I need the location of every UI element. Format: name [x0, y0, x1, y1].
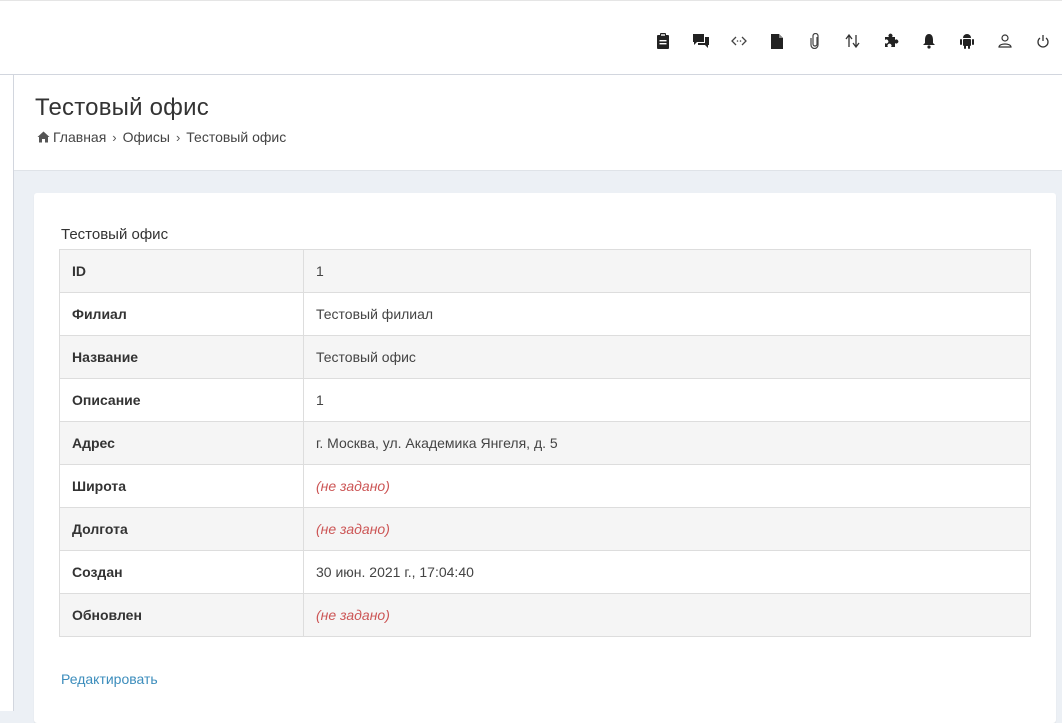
file-icon[interactable] [758, 27, 796, 55]
table-row: Создан 30 июн. 2021 г., 17:04:40 [59, 550, 1031, 594]
sidebar-edge [0, 75, 14, 711]
edit-link[interactable]: Редактировать [61, 671, 158, 687]
code-arrows-icon[interactable] [720, 27, 758, 55]
breadcrumb-home-link[interactable]: Главная [53, 129, 106, 145]
value-text: Тестовый офис [316, 349, 416, 365]
paperclip-icon[interactable] [796, 27, 834, 55]
page-title: Тестовый офис [35, 94, 209, 121]
row-value: 30 июн. 2021 г., 17:04:40 [303, 550, 1031, 594]
bell-icon[interactable] [910, 27, 948, 55]
puzzle-icon[interactable] [872, 27, 910, 55]
row-label: Описание [59, 378, 304, 422]
table-row: Обновлен (не задано) [59, 593, 1031, 637]
row-label: Долгота [59, 507, 304, 551]
not-set-value: (не задано) [316, 478, 390, 494]
row-value: Тестовый филиал [303, 292, 1031, 336]
content-header: Тестовый офис Главная › Офисы › Тестовый… [14, 75, 1062, 171]
table-row: Адрес г. Москва, ул. Академика Янгеля, д.… [59, 421, 1031, 465]
table-row: ID 1 [59, 249, 1031, 293]
home-icon [37, 131, 50, 143]
not-set-value: (не задано) [316, 521, 390, 537]
breadcrumb-separator: › [112, 129, 117, 145]
row-value: (не задано) [303, 464, 1031, 508]
detail-title: Тестовый офис [61, 226, 169, 243]
row-label: Адрес [59, 421, 304, 465]
value-text: 30 июн. 2021 г., 17:04:40 [316, 564, 474, 580]
swap-arrows-icon[interactable] [834, 27, 872, 55]
breadcrumb-offices-link[interactable]: Офисы [123, 129, 170, 145]
power-icon[interactable] [1024, 27, 1062, 55]
row-label: Обновлен [59, 593, 304, 637]
row-value: Тестовый офис [303, 335, 1031, 379]
row-label: Широта [59, 464, 304, 508]
android-icon[interactable] [948, 27, 986, 55]
table-row: Широта (не задано) [59, 464, 1031, 508]
table-row: Филиал Тестовый филиал [59, 292, 1031, 336]
table-row: Описание 1 [59, 378, 1031, 422]
top-navbar [0, 0, 1062, 75]
not-set-value: (не задано) [316, 607, 390, 623]
row-value: 1 [303, 378, 1031, 422]
breadcrumb: Главная › Офисы › Тестовый офис [37, 129, 286, 145]
user-icon[interactable] [986, 27, 1024, 55]
clipboard-icon[interactable] [644, 27, 682, 55]
detail-box: Тестовый офис ID 1 Филиал Тестовый филиал На… [34, 193, 1056, 723]
value-text: Тестовый филиал [316, 306, 434, 322]
table-row: Долгота (не задано) [59, 507, 1031, 551]
value-text: 1 [316, 392, 324, 408]
breadcrumb-separator: › [175, 129, 181, 145]
row-value: г. Москва, ул. Академика Янгеля, д. 5 [303, 421, 1031, 465]
row-label: Название [59, 335, 304, 379]
value-text: г. Москва, ул. Академика Янгеля, д. 5 [316, 435, 558, 451]
top-nav-icons [644, 27, 1062, 55]
value-text: 1 [316, 263, 324, 279]
row-label: Создан [59, 550, 304, 594]
detail-table: ID 1 Филиал Тестовый филиал Название Тестовый… [59, 249, 1031, 637]
row-label: Филиал [59, 292, 304, 336]
row-label: ID [59, 249, 304, 293]
row-value: (не задано) [303, 507, 1031, 551]
row-value: (не задано) [303, 593, 1031, 637]
comments-icon[interactable] [682, 27, 720, 55]
row-value: 1 [303, 249, 1031, 293]
breadcrumb-current: Тестовый офис [186, 129, 287, 145]
table-row: Название Тестовый офис [59, 335, 1031, 379]
